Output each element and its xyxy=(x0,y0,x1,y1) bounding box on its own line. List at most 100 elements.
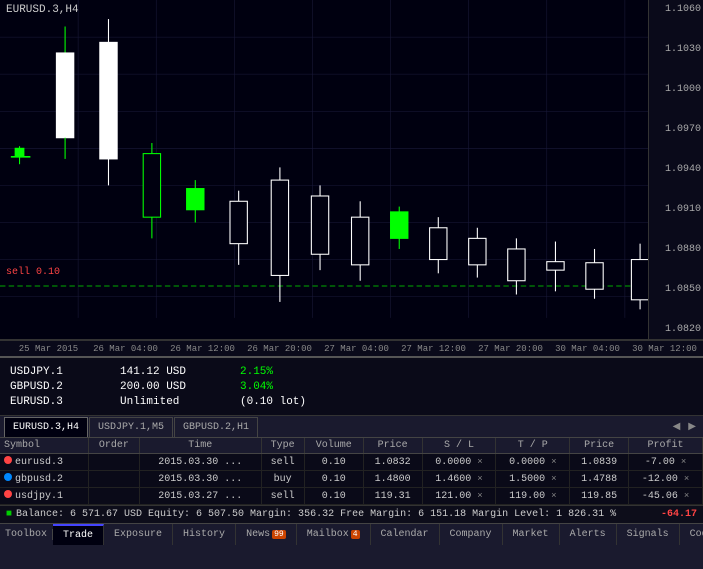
info-panel: USDJPY.1 141.12 USD 2.15% GBPUSD.2 200.0… xyxy=(0,358,703,416)
info-value-1: 200.00 USD xyxy=(120,381,220,393)
cell-time-1: 2015.03.30 ... xyxy=(139,471,261,488)
info-symbol-1: GBPUSD.2 xyxy=(10,381,100,393)
cell-symbol-1: gbpusd.2 xyxy=(0,471,88,488)
col-header-price[interactable]: Price xyxy=(363,438,422,454)
row-type-icon-2 xyxy=(4,490,12,498)
tp-close-0[interactable]: × xyxy=(551,457,556,467)
tab-market[interactable]: Market xyxy=(503,524,560,545)
tab-codebase[interactable]: Code Base xyxy=(680,524,703,545)
info-pct-1: 3.04% xyxy=(240,381,273,393)
price-label: 1.0910 xyxy=(651,204,701,215)
price-label: 1.0970 xyxy=(651,124,701,135)
tab-exposure[interactable]: Exposure xyxy=(104,524,173,545)
info-symbol-0: USDJPY.1 xyxy=(10,366,100,378)
table-row: gbpusd.2 2015.03.30 ... buy 0.10 1.4800 … xyxy=(0,471,703,488)
cell-type-1: buy xyxy=(261,471,304,488)
tab-mailbox[interactable]: Mailbox4 xyxy=(297,524,371,545)
row-close-0[interactable]: × xyxy=(681,457,686,467)
scroll-right-btn[interactable]: ▶ xyxy=(685,421,699,433)
cell-tp-0: 0.0000 × xyxy=(496,454,570,471)
chart-tab-0[interactable]: EURUSD.3,H4 xyxy=(4,417,88,437)
time-label-3: 26 Mar 20:00 xyxy=(241,344,318,354)
chart-tab-1[interactable]: USDJPY.1,M5 xyxy=(89,417,173,437)
tab-company[interactable]: Company xyxy=(440,524,503,545)
col-header-volume[interactable]: Volume xyxy=(304,438,363,454)
cell-order-0 xyxy=(88,454,139,471)
balance-bar: ■ Balance: 6 571.67 USD Equity: 6 507.50… xyxy=(0,505,703,523)
row-type-icon-1 xyxy=(4,473,12,481)
cell-type-2: sell xyxy=(261,488,304,505)
cell-curprice-2: 119.85 xyxy=(570,488,629,505)
cell-tp-2: 119.00 × xyxy=(496,488,570,505)
col-header-price2[interactable]: Price xyxy=(570,438,629,454)
col-header-tp[interactable]: T / P xyxy=(496,438,570,454)
chart-svg xyxy=(0,0,703,339)
col-header-symbol[interactable]: Symbol xyxy=(0,438,88,454)
info-row-0: USDJPY.1 141.12 USD 2.15% xyxy=(10,366,693,378)
tab-alerts[interactable]: Alerts xyxy=(560,524,617,545)
cell-price-2: 119.31 xyxy=(363,488,422,505)
trade-table-container: Symbol Order Time Type Volume Price S / … xyxy=(0,438,703,505)
cell-sl-1: 1.4600 × xyxy=(422,471,496,488)
scroll-left-btn[interactable]: ◀ xyxy=(670,421,684,433)
tp-close-1[interactable]: × xyxy=(551,474,556,484)
info-value-0: 141.12 USD xyxy=(120,366,220,378)
cell-profit-2: -45.06 × xyxy=(629,488,703,505)
trade-table-body: eurusd.3 2015.03.30 ... sell 0.10 1.0832… xyxy=(0,454,703,505)
col-header-profit[interactable]: Profit xyxy=(629,438,703,454)
cell-volume-2: 0.10 xyxy=(304,488,363,505)
total-profit: -64.17 xyxy=(661,509,697,520)
sl-close-0[interactable]: × xyxy=(477,457,482,467)
tp-close-2[interactable]: × xyxy=(551,491,556,501)
sell-line-label: sell 0.10 xyxy=(6,267,60,278)
cell-order-2 xyxy=(88,488,139,505)
cell-price-0: 1.0832 xyxy=(363,454,422,471)
time-label-7: 30 Mar 04:00 xyxy=(549,344,626,354)
col-header-order[interactable]: Order xyxy=(88,438,139,454)
cell-curprice-0: 1.0839 xyxy=(570,454,629,471)
bottom-tabs: Toolbox Trade Exposure History News99 Ma… xyxy=(0,523,703,545)
sl-close-1[interactable]: × xyxy=(477,474,482,484)
time-label-5: 27 Mar 12:00 xyxy=(395,344,472,354)
tab-signals[interactable]: Signals xyxy=(617,524,680,545)
cell-symbol-0: eurusd.3 xyxy=(0,454,88,471)
tab-history[interactable]: History xyxy=(173,524,236,545)
time-label-1: 26 Mar 04:00 xyxy=(87,344,164,354)
row-close-2[interactable]: × xyxy=(684,491,689,501)
price-axis: 1.1060 1.1030 1.1000 1.0970 1.0940 1.091… xyxy=(648,0,703,339)
cell-curprice-1: 1.4788 xyxy=(570,471,629,488)
chart-tabs: EURUSD.3,H4 USDJPY.1,M5 GBPUSD.2,H1 ◀ ▶ xyxy=(0,416,703,438)
chart-tab-2[interactable]: GBPUSD.2,H1 xyxy=(174,417,258,437)
time-label-0: 25 Mar 2015 xyxy=(10,344,87,354)
cell-symbol-2: usdjpy.1 xyxy=(0,488,88,505)
time-label-4: 27 Mar 04:00 xyxy=(318,344,395,354)
cell-tp-1: 1.5000 × xyxy=(496,471,570,488)
mailbox-badge: 4 xyxy=(351,530,360,539)
news-badge: 99 xyxy=(272,530,286,539)
sl-close-2[interactable]: × xyxy=(477,491,482,501)
row-close-1[interactable]: × xyxy=(684,474,689,484)
toolbox-label[interactable]: Toolbox xyxy=(0,529,53,540)
table-header: Symbol Order Time Type Volume Price S / … xyxy=(0,438,703,454)
info-symbol-2: EURUSD.3 xyxy=(10,396,100,408)
col-header-type[interactable]: Type xyxy=(261,438,304,454)
cell-price-1: 1.4800 xyxy=(363,471,422,488)
time-axis: 25 Mar 2015 26 Mar 04:00 26 Mar 12:00 26… xyxy=(0,340,703,358)
time-label-6: 27 Mar 20:00 xyxy=(472,344,549,354)
cell-time-2: 2015.03.27 ... xyxy=(139,488,261,505)
trade-table: Symbol Order Time Type Volume Price S / … xyxy=(0,438,703,505)
col-header-sl[interactable]: S / L xyxy=(422,438,496,454)
tab-news[interactable]: News99 xyxy=(236,524,297,545)
info-extra-2: (0.10 lot) xyxy=(240,396,306,408)
info-row-1: GBPUSD.2 200.00 USD 3.04% xyxy=(10,381,693,393)
price-label: 1.1030 xyxy=(651,44,701,55)
info-value-2: Unlimited xyxy=(120,396,220,408)
cell-sl-0: 0.0000 × xyxy=(422,454,496,471)
tab-calendar[interactable]: Calendar xyxy=(371,524,440,545)
balance-icon: ■ xyxy=(6,509,12,520)
price-label: 1.0820 xyxy=(651,324,701,335)
cell-volume-0: 0.10 xyxy=(304,454,363,471)
tab-trade[interactable]: Trade xyxy=(53,524,104,545)
chart-title: EURUSD.3,H4 xyxy=(6,4,79,16)
col-header-time[interactable]: Time xyxy=(139,438,261,454)
